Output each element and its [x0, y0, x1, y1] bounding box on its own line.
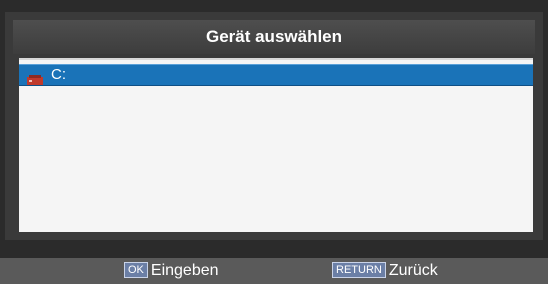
ok-hint-label: Eingeben	[150, 262, 219, 279]
device-list-item-c[interactable]: C:	[19, 64, 533, 86]
device-list: C:	[19, 58, 533, 232]
ok-hint[interactable]: OK Eingeben	[124, 261, 219, 281]
dialog-title: Gerät auswählen	[13, 20, 535, 54]
drive-icon	[27, 71, 43, 85]
ok-key-badge: OK	[124, 262, 148, 278]
return-hint[interactable]: RETURN Zurück	[332, 261, 438, 281]
return-key-badge: RETURN	[332, 262, 386, 278]
tv-screen: Gerät auswählen C: OK Eingeben RETURN Zurü…	[0, 0, 548, 284]
device-select-dialog: Gerät auswählen C:	[5, 12, 543, 240]
return-hint-label: Zurück	[388, 262, 438, 279]
footer-hint-bar: OK Eingeben RETURN Zurück	[0, 258, 548, 284]
device-label: C:	[51, 66, 66, 83]
